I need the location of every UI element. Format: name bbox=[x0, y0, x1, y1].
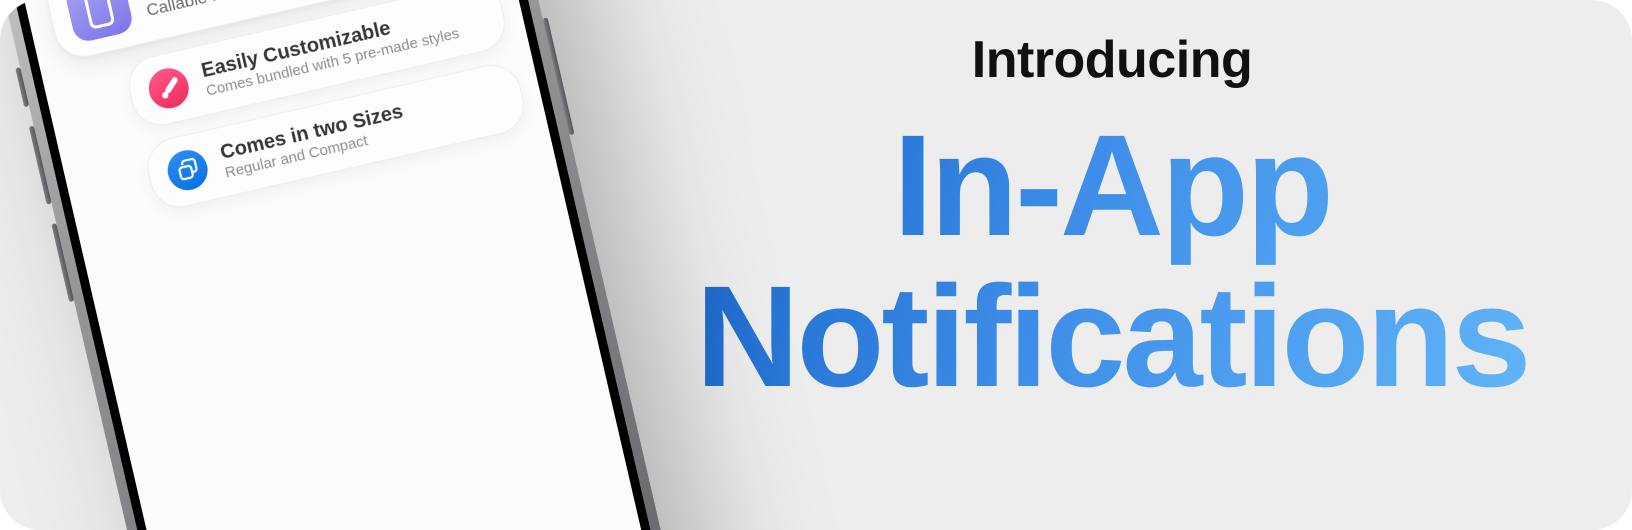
phone-app-icon bbox=[63, 0, 135, 44]
notification-sizes-text: Comes in two Sizes Regular and Compact bbox=[218, 101, 409, 182]
phone-frame: 16:08 bbox=[0, 0, 723, 530]
phone-bezel: 16:08 bbox=[0, 0, 711, 530]
phone-mockup: 16:08 bbox=[0, 0, 723, 530]
title-line-1: In-App bbox=[893, 105, 1331, 266]
phone-mute-switch bbox=[15, 67, 29, 107]
promo-banner: Introducing In-App Notifications 16:08 bbox=[0, 0, 1632, 530]
notification-stack: In-App Notifications Callable from anywh… bbox=[41, 0, 526, 227]
phone-screen: 16:08 bbox=[0, 0, 700, 530]
paintbrush-icon bbox=[145, 64, 193, 112]
title-text: In-App Notifications bbox=[672, 110, 1552, 412]
intro-text: Introducing bbox=[672, 30, 1552, 90]
stack-icon bbox=[164, 146, 212, 194]
title-line-2: Notifications bbox=[695, 256, 1528, 417]
headline-block: Introducing In-App Notifications bbox=[672, 30, 1552, 412]
